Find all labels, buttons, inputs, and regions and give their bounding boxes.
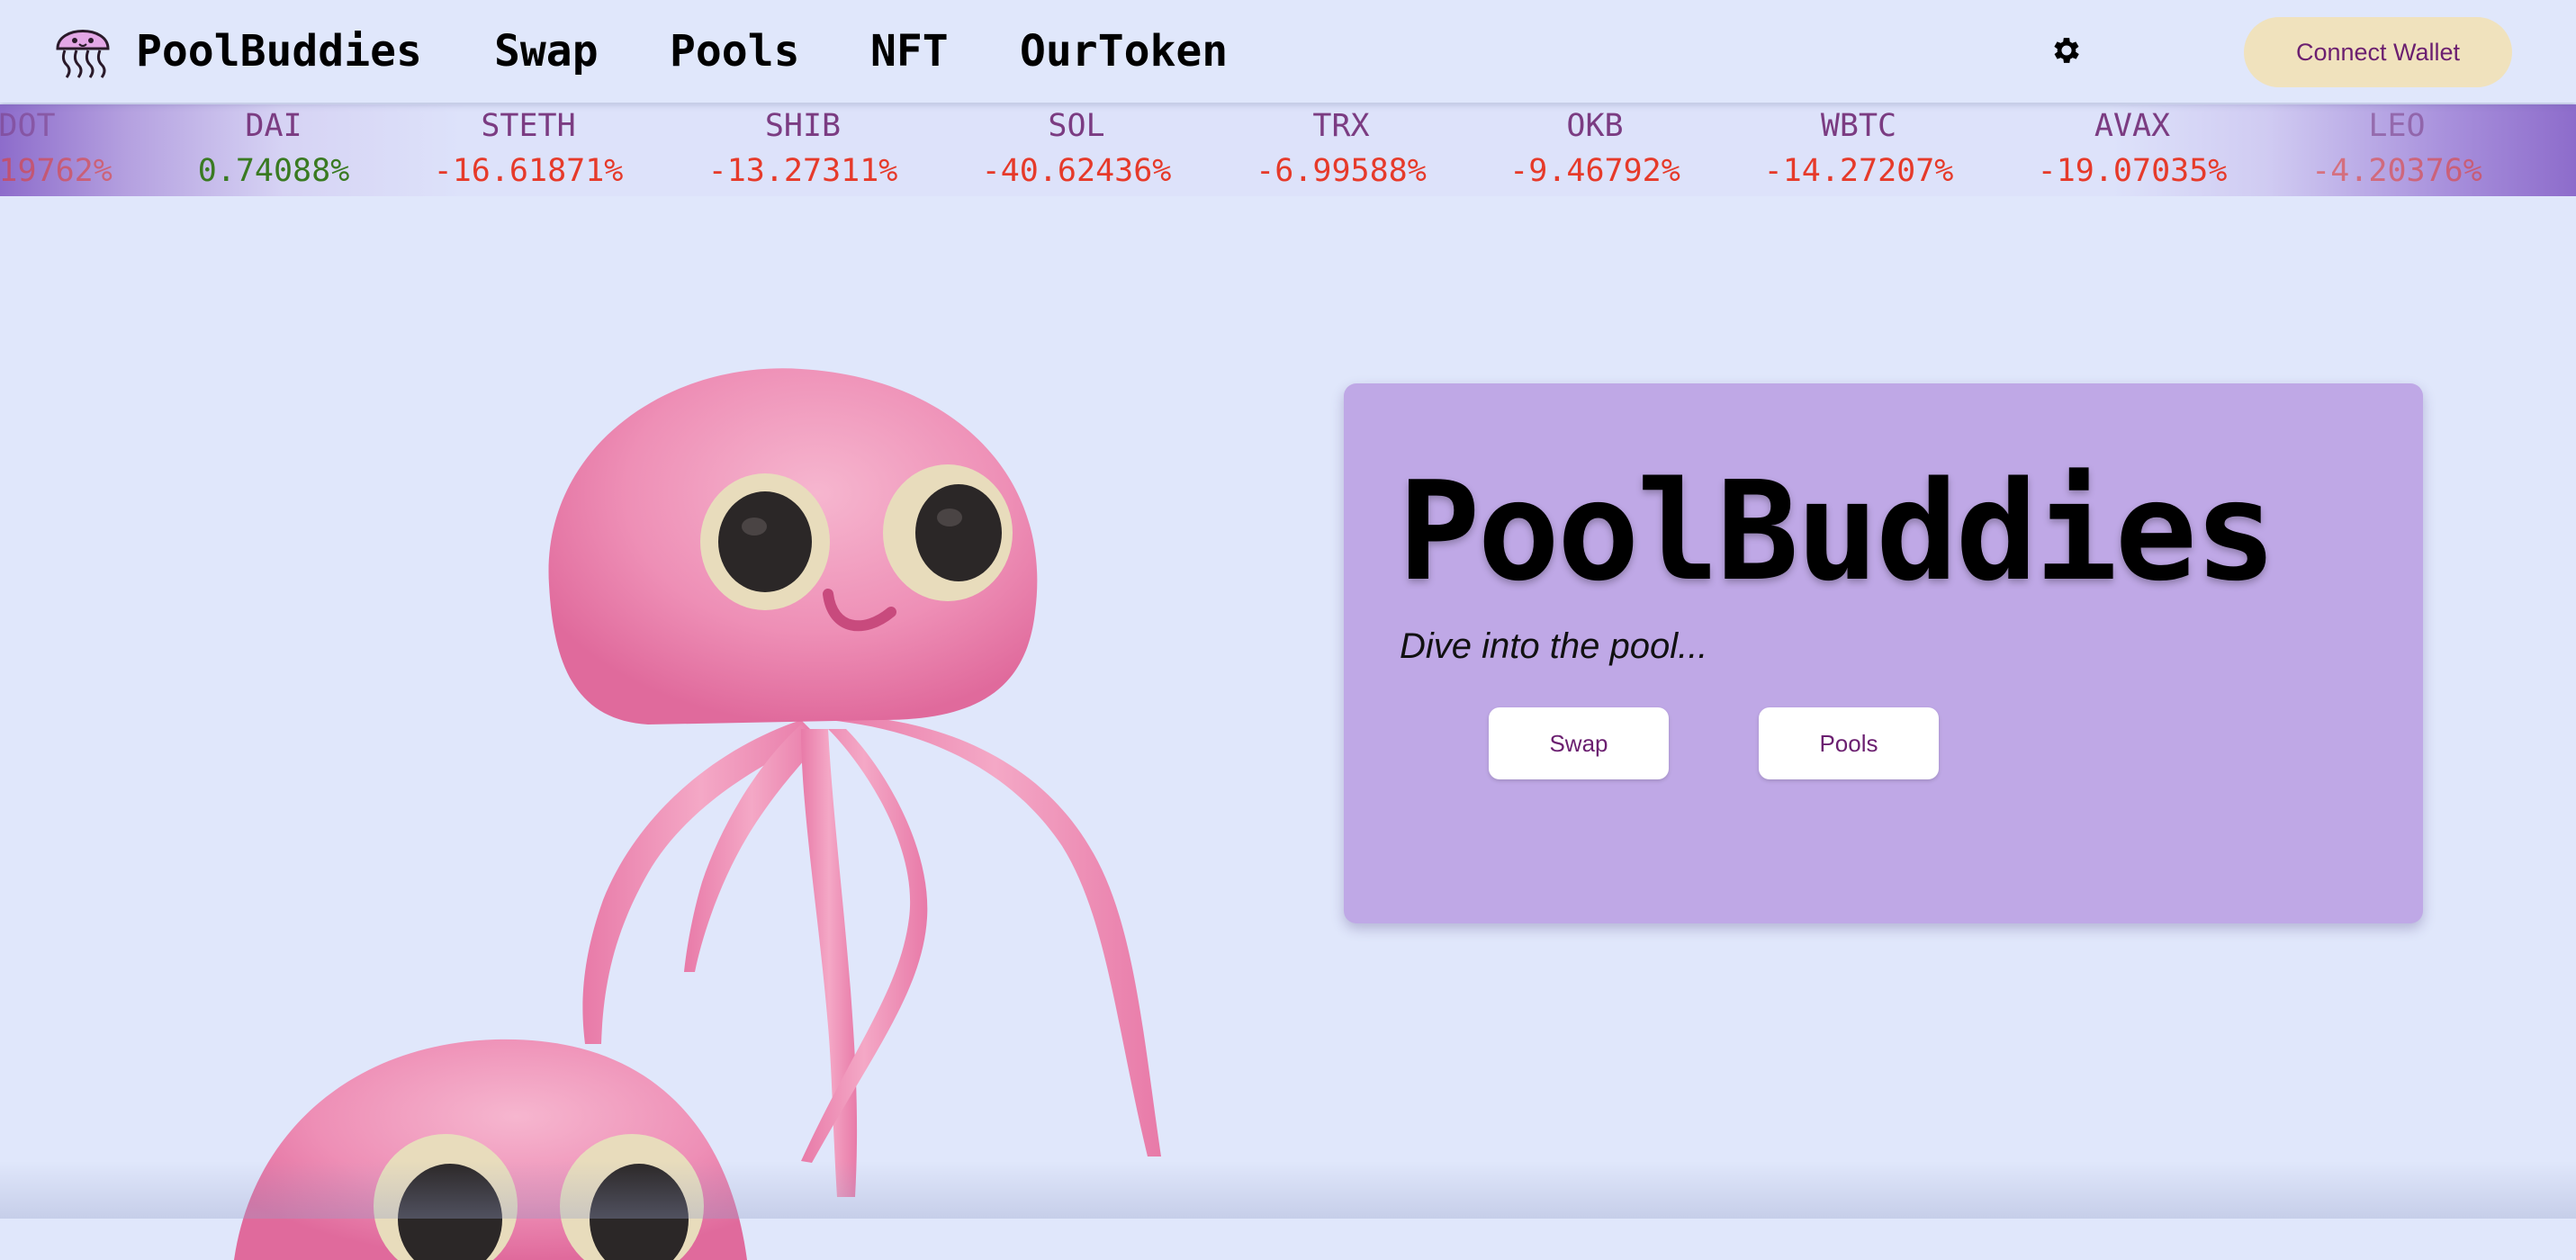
ticker-symbol: DOT	[0, 108, 56, 144]
ticker-change: -19.07035%	[2037, 153, 2228, 189]
ticker-symbol: TRX	[1312, 108, 1370, 144]
ticker-symbol: DAI	[245, 108, 302, 144]
ticker-change: -13.27311%	[707, 153, 898, 189]
hero-subtitle: Dive into the pool...	[1400, 626, 1708, 666]
ticker-change: -6.99588%	[1256, 153, 1427, 189]
ticker-item-avax[interactable]: AVAX -19.07035%	[2015, 104, 2249, 196]
ticker-change: -14.27207%	[1763, 153, 1954, 189]
ticker-item-leo[interactable]: LEO -4.20376%	[2280, 104, 2514, 196]
ticker-symbol: AVAX	[2094, 108, 2171, 144]
ticker-change: 0.74088%	[197, 153, 350, 189]
ticker-symbol: LEO	[2368, 108, 2426, 144]
connect-wallet-button[interactable]: Connect Wallet	[2244, 17, 2512, 87]
ticker-item-dai[interactable]: DAI 0.74088%	[157, 104, 391, 196]
ticker-change: -6.19762%	[0, 153, 113, 189]
hero-pools-button[interactable]: Pools	[1759, 707, 1939, 779]
ticker-item-sol[interactable]: SOL -40.62436%	[959, 104, 1193, 196]
ticker-item-trx[interactable]: TRX -6.99588%	[1224, 104, 1458, 196]
ticker-symbol: STETH	[481, 108, 576, 144]
hero-swap-button[interactable]: Swap	[1489, 707, 1669, 779]
price-ticker: DOT -6.19762% DAI 0.74088% STETH -16.618…	[0, 104, 2576, 196]
gear-icon[interactable]	[2049, 33, 2084, 68]
nav-nft[interactable]: NFT	[870, 22, 949, 81]
ticker-symbol: SHIB	[764, 108, 842, 144]
ticker-item-okb[interactable]: OKB -9.46792%	[1478, 104, 1712, 196]
nav-pools[interactable]: Pools	[670, 22, 800, 81]
hero-title: PoolBuddies	[1398, 452, 2277, 611]
ticker-change: -4.20376%	[2311, 153, 2482, 189]
brand-name[interactable]: PoolBuddies	[136, 22, 422, 81]
ticker-item-wbtc[interactable]: WBTC -14.27207%	[1742, 104, 1976, 196]
ticker-symbol: WBTC	[1820, 108, 1897, 144]
ticker-change: -40.62436%	[981, 153, 1172, 189]
ticker-item-steth[interactable]: STETH -16.61871%	[411, 104, 645, 196]
nav-swap[interactable]: Swap	[494, 22, 599, 81]
ticker-change: -16.61871%	[433, 153, 624, 189]
nav-ourtoken[interactable]: OurToken	[1020, 22, 1228, 81]
top-navbar: PoolBuddies Swap Pools NFT OurToken Conn…	[0, 0, 2576, 103]
ticker-symbol: OKB	[1566, 108, 1624, 144]
ticker-item-dot[interactable]: DOT -6.19762%	[0, 104, 144, 196]
jellyfish-illustration-second	[234, 1039, 747, 1260]
hero-card: PoolBuddies Dive into the pool... Swap P…	[1344, 383, 2423, 923]
ticker-change: -9.46792%	[1509, 153, 1680, 189]
ticker-symbol: SOL	[1048, 108, 1105, 144]
jellyfish-logo-icon[interactable]	[52, 16, 113, 85]
ticker-item-shib[interactable]: SHIB -13.27311%	[686, 104, 920, 196]
